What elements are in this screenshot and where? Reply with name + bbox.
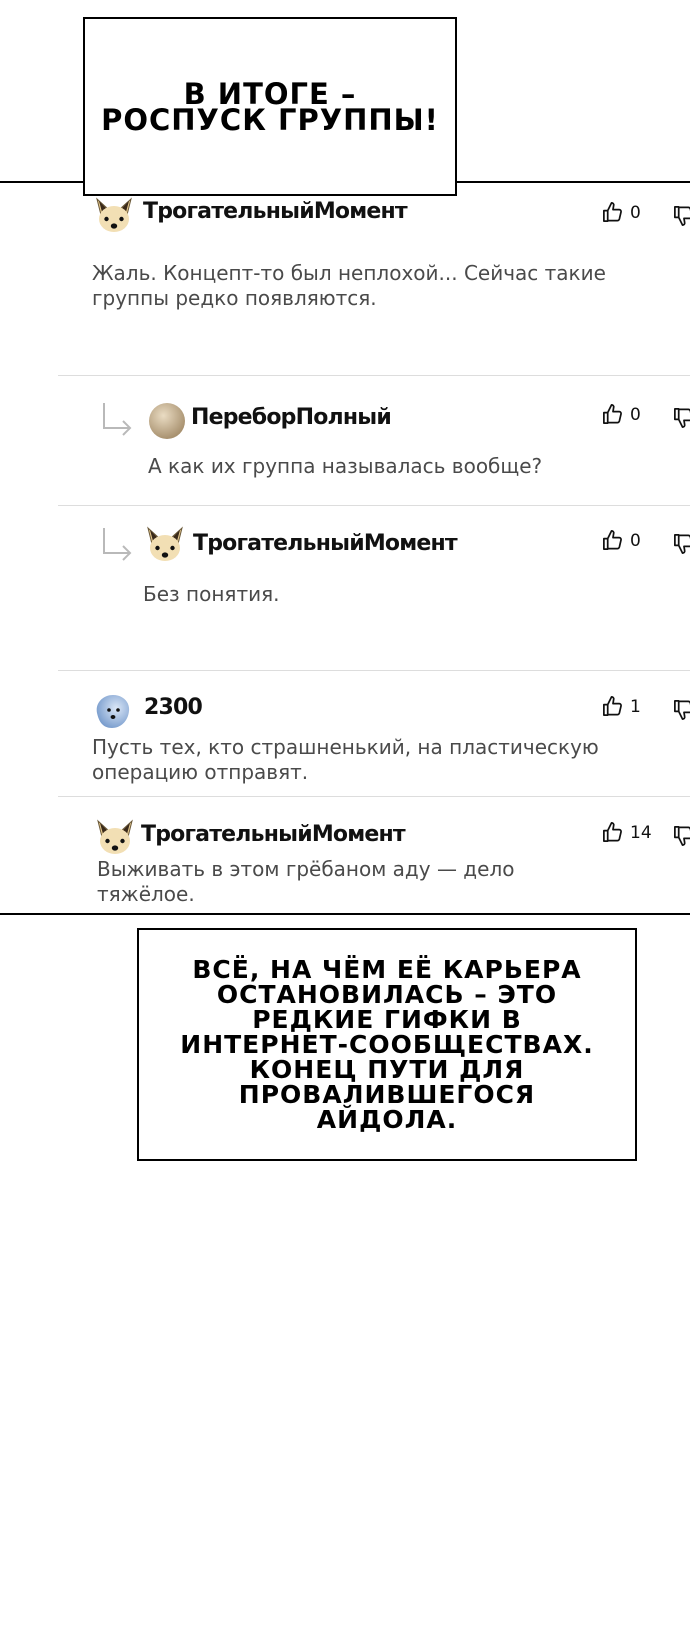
comment-divider — [58, 670, 690, 671]
like-count: 0 — [630, 530, 641, 551]
like-count: 0 — [630, 404, 641, 425]
like-button[interactable]: 0 — [601, 403, 641, 426]
round-avatar-icon[interactable] — [147, 401, 187, 441]
thumb-up-icon — [601, 529, 624, 552]
like-button[interactable]: 0 — [601, 529, 641, 552]
thumb-down-icon[interactable] — [672, 406, 690, 429]
like-button[interactable]: 14 — [601, 821, 652, 844]
like-count: 1 — [630, 696, 641, 717]
comment-author[interactable]: 2300 — [144, 695, 203, 720]
fox-avatar-icon[interactable] — [145, 524, 185, 564]
like-count: 14 — [630, 822, 652, 843]
caption-bottom: Всё, на чём её карьера остановилась – эт… — [137, 928, 637, 1161]
thumb-up-icon — [601, 695, 624, 718]
thumb-down-icon[interactable] — [672, 824, 690, 847]
like-button[interactable]: 0 — [601, 201, 641, 224]
like-button[interactable]: 1 — [601, 695, 641, 718]
comment-author[interactable]: ТрогательныйМомент — [143, 199, 408, 224]
thumb-up-icon — [601, 403, 624, 426]
comment-divider — [58, 375, 690, 376]
comment-divider — [58, 796, 690, 797]
reply-arrow-icon — [99, 401, 135, 437]
blue-avatar-icon[interactable] — [93, 691, 133, 731]
comment-text: Без понятия. — [143, 582, 280, 606]
caption-top: В итоге – роспуск группы! — [83, 17, 457, 196]
comment-author[interactable]: ПереборПолный — [191, 405, 392, 430]
thumb-down-icon[interactable] — [672, 532, 690, 555]
reply-arrow-icon — [99, 526, 135, 562]
comment-text: А как их группа называлась вообще? — [148, 454, 543, 478]
comment-divider — [58, 505, 690, 506]
fox-avatar-icon[interactable] — [94, 195, 134, 235]
comment-text: Жаль. Концепт-то был неплохой... Сейчас … — [92, 261, 606, 310]
comment-author[interactable]: ТрогательныйМомент — [141, 822, 406, 847]
thumb-down-icon[interactable] — [672, 204, 690, 227]
like-count: 0 — [630, 202, 641, 223]
thumb-up-icon — [601, 201, 624, 224]
comments-panel: ТрогательныйМомент 0 Жаль. Концепт-то бы… — [0, 181, 690, 915]
fox-avatar-icon[interactable] — [95, 817, 135, 857]
comment-author[interactable]: ТрогательныйМомент — [193, 531, 458, 556]
thumb-down-icon[interactable] — [672, 698, 690, 721]
thumb-up-icon — [601, 821, 624, 844]
comment-text: Пусть тех, кто страшненький, на пластиче… — [92, 735, 599, 784]
comment-text: Выживать в этом грёбаном аду — дело тяжё… — [97, 857, 515, 906]
